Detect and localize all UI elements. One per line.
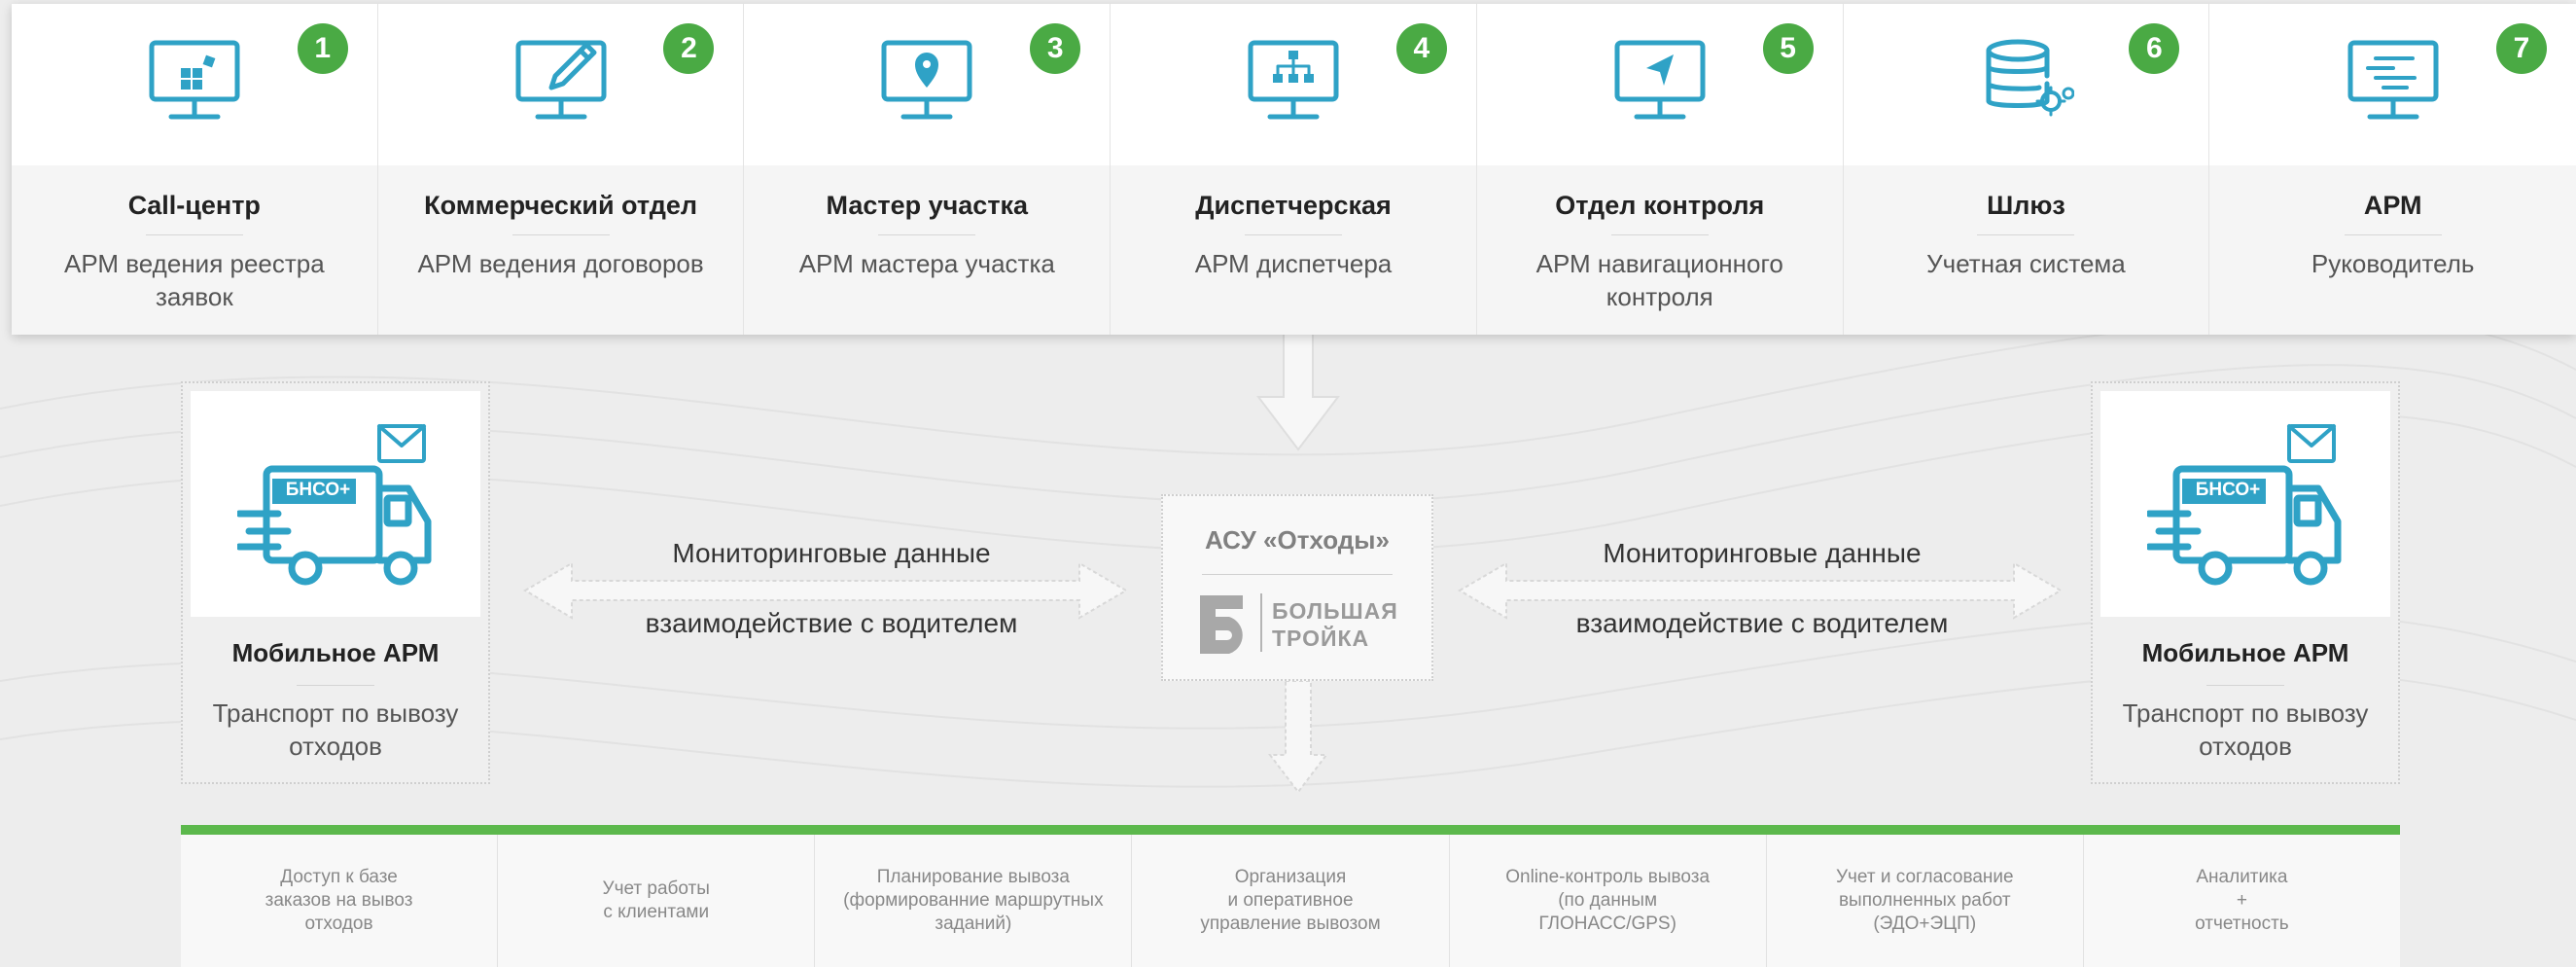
step-badge: 1 [297,23,348,74]
workstation-desc: Учетная система [1926,249,2126,278]
mobile-desc: Транспорт по вывозу отходов [212,698,459,761]
divider [878,234,976,235]
mobile-title: Мобильное АРМ [231,638,440,667]
divider [1245,234,1343,235]
truck-icon [237,424,432,586]
workstation-control[interactable]: 5 Отдел контроля АРМ навигационного конт… [1476,4,1844,335]
workstation-title: АРМ [2363,191,2422,220]
asu-title: АСУ «Отходы» [1205,525,1390,555]
down-arrow-icon [1256,331,1340,451]
function-item[interactable]: Организация и оперативное управление выв… [1132,835,1450,967]
workstation-title: Мастер участка [826,191,1029,220]
driver-interaction-label: взаимодействие с водителем [645,608,1018,638]
database-gear-icon [1986,39,2075,117]
workstation-dispatch[interactable]: 4 Диспетчерская АРМ диспетчера [1111,4,1477,335]
divider [512,234,610,235]
mobile-desc: Транспорт по вывозу отходов [2122,698,2369,761]
mobile-workstation-left[interactable]: БНСО+ Мобильное АРМ Транспорт по вывозу … [181,381,490,784]
truck-badge-label: БНСО+ [2195,480,2261,500]
function-item[interactable]: Учет работы с клиентами [498,835,816,967]
logo-divider [1260,593,1262,652]
function-item[interactable]: Планирование вывоза (формированние маршр… [815,835,1133,967]
step-badge: 7 [2496,23,2548,74]
workstation-title: Диспетчерская [1195,191,1392,220]
divider [2344,234,2442,235]
function-item[interactable]: Доступ к базе заказов на вывоз отходов [181,835,499,967]
workstation-desc: АРМ мастера участка [798,249,1055,278]
workstation-desc: АРМ диспетчера [1194,249,1393,278]
mobile-workstation-right[interactable]: БНСО+ Мобильное АРМ Транспорт по вывозу … [2091,381,2400,784]
workstation-commercial[interactable]: 2 Коммерческий отдел АРМ ведения договор… [377,4,745,335]
step-badge: 2 [663,23,715,74]
monitor-pen-icon [515,40,607,120]
mobile-title: Мобильное АРМ [2141,638,2349,667]
workstation-title: Шлюз [1987,191,2065,220]
functions-bar: Доступ к базе заказов на вывоз отходов У… [181,825,2400,967]
monitor-grid-icon [149,40,240,120]
monitoring-data-label: Мониторинговые данные [1603,538,1922,568]
monitor-hierarchy-icon [1248,40,1339,120]
divider [145,234,243,235]
workstation-desc: АРМ ведения договоров [417,249,704,278]
divider [2206,685,2284,686]
monitor-navigation-icon [1614,40,1706,120]
monitor-text-icon [2347,40,2439,120]
divider [1977,234,2075,235]
step-badge: 3 [1030,23,1081,74]
truck-badge-label: БНСО+ [285,480,351,500]
workstation-desc: АРМ навигационного контроля [1535,249,1783,311]
divider [1610,234,1709,235]
function-item[interactable]: Учет и согласование выполненных работ (Э… [1767,835,2084,967]
truck-icon [2147,424,2342,586]
asu-system-box[interactable]: АСУ «Отходы» БОЛЬШАЯ ТРОЙКА [1161,494,1433,681]
divider [297,685,374,686]
logo-text: БОЛЬШАЯ ТРОЙКА [1272,597,1398,652]
function-item[interactable]: Аналитика + отчетность [2084,835,2400,967]
workstation-desc: АРМ ведения реестра заявок [64,249,325,311]
function-item[interactable]: Online-контроль вывоза (по данным ГЛОНАС… [1450,835,1767,967]
workstations-panel: 1 Call-центр АРМ ведения реестра заявок … [12,4,2576,335]
workstation-title: Коммерческий отдел [424,191,698,220]
down-arrow-icon [1268,681,1328,794]
step-badge: 6 [2129,23,2180,74]
logo-line-1: БОЛЬШАЯ [1272,598,1398,624]
divider [1202,574,1393,575]
workstation-desc: Руководитель [2311,249,2475,278]
step-badge: 4 [1395,23,1447,74]
workstation-gateway[interactable]: 6 Шлюз Учетная система [1843,4,2210,335]
logo-line-2: ТРОЙКА [1272,626,1370,651]
workstation-title: Отдел контроля [1555,191,1765,220]
monitoring-data-label: Мониторинговые данные [672,538,991,568]
workstation-manager[interactable]: 7 АРМ Руководитель [2209,4,2576,335]
bolshaya-troika-logo-icon [1200,595,1243,654]
workstation-title: Call-центр [127,191,261,220]
driver-interaction-label: взаимодействие с водителем [1575,608,1949,638]
monitor-pin-icon [881,40,972,120]
workstation-callcenter[interactable]: 1 Call-центр АРМ ведения реестра заявок [12,4,378,335]
workstation-master[interactable]: 3 Мастер участка АРМ мастера участка [744,4,1112,335]
step-badge: 5 [1762,23,1814,74]
